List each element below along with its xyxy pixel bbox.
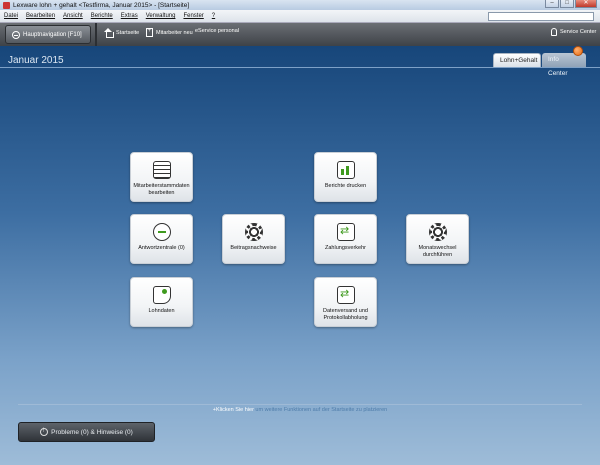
report-chart-icon xyxy=(337,161,355,179)
mitarbeiter-neu-label: Mitarbeiter neu xyxy=(156,29,193,36)
sync-arrows-icon xyxy=(337,286,355,304)
eservice-label: eService personal xyxy=(195,28,240,34)
main-navigation-button[interactable]: Hauptnavigation [F10] xyxy=(5,25,91,44)
problems-label: Probleme (0) & Hinweise (0) xyxy=(51,428,133,436)
menu-extras[interactable]: Extras xyxy=(121,13,138,19)
search-input[interactable] xyxy=(488,12,594,21)
menu-bearbeiten[interactable]: Bearbeiten xyxy=(26,13,55,19)
tile-zahlungsverkehr[interactable]: Zahlungsverkehr xyxy=(314,214,377,264)
toolbar: Hauptnavigation [F10] Startseite Mitarbe… xyxy=(0,23,600,46)
tile-antwortzentrale[interactable]: Antwortzentrale (0) xyxy=(130,214,193,264)
start-page: Januar 2015 Lohn+Gehalt Info Center Mita… xyxy=(0,46,600,465)
menu-verwaltung[interactable]: Verwaltung xyxy=(146,13,176,19)
tile-beitragsnachweise-label: Beitragsnachweise xyxy=(230,245,277,251)
tile-berichte[interactable]: Berichte drucken xyxy=(314,152,377,202)
tile-monatswechsel-label: Monatswechsel durchführen xyxy=(418,245,457,258)
window-title: Lexware lohn + gehalt <Testfirma, Januar… xyxy=(13,1,190,9)
transfer-arrows-icon xyxy=(337,223,355,241)
tile-lohndaten[interactable]: Lohndaten xyxy=(130,277,193,327)
lightbulb-icon xyxy=(551,28,557,36)
tile-berichte-label: Berichte drucken xyxy=(324,183,367,189)
tab-lohn-gehalt[interactable]: Lohn+Gehalt xyxy=(493,53,541,67)
tile-zahlungsverkehr-label: Zahlungsverkehr xyxy=(325,245,366,251)
tile-stammdaten-label: Mitarbeiterstammdaten bearbeiten xyxy=(133,183,190,196)
app-icon xyxy=(3,1,10,9)
arrow-back-icon xyxy=(153,223,171,241)
notification-badge xyxy=(573,46,583,56)
eservice-button[interactable]: eService personal xyxy=(195,28,239,34)
menu-berichte[interactable]: Berichte xyxy=(91,13,113,19)
toolbar-divider xyxy=(95,23,97,46)
tile-antwortzentrale-label: Antwortzentrale (0) xyxy=(138,245,185,251)
hint-text: um weitere Funktionen auf der Startseite… xyxy=(253,407,388,413)
hint-link[interactable]: +Klicken Sie hier xyxy=(213,407,254,413)
close-button[interactable]: ✕ xyxy=(575,0,597,8)
gear-icon xyxy=(245,223,263,241)
home-icon xyxy=(104,28,114,38)
header-divider xyxy=(0,67,600,68)
footer-divider xyxy=(18,404,582,405)
payroll-data-icon xyxy=(153,286,171,304)
tile-datenversand[interactable]: Datenversand und Protokollabholung xyxy=(314,277,377,327)
service-center-label: Service Center xyxy=(560,29,597,35)
menu-datei[interactable]: Datei xyxy=(4,13,18,19)
title-bar: Lexware lohn + gehalt <Testfirma, Januar… xyxy=(0,0,600,10)
tile-monatswechsel[interactable]: Monatswechsel durchführen xyxy=(406,214,469,264)
tile-datenversand-label: Datenversand und Protokollabholung xyxy=(323,308,368,321)
add-functions-hint[interactable]: +Klicken Sie hier um weitere Funktionen … xyxy=(0,407,600,413)
main-navigation-label: Hauptnavigation [F10] xyxy=(23,31,82,38)
period-title: Januar 2015 xyxy=(8,55,64,66)
menu-help[interactable]: ? xyxy=(212,13,215,19)
warning-icon xyxy=(40,428,49,436)
maximize-button[interactable]: □ xyxy=(560,0,574,8)
service-center-button[interactable]: Service Center xyxy=(551,28,596,36)
employee-list-icon xyxy=(153,161,171,179)
startseite-button[interactable]: Startseite xyxy=(104,28,140,38)
window-controls: – □ ✕ xyxy=(545,0,597,8)
menu-bar: Datei Bearbeiten Ansicht Berichte Extras… xyxy=(0,10,600,23)
gear-icon xyxy=(429,223,447,241)
menu-ansicht[interactable]: Ansicht xyxy=(63,13,83,19)
new-document-icon xyxy=(146,28,153,37)
minus-circle-icon xyxy=(12,30,20,39)
menu-fenster[interactable]: Fenster xyxy=(183,13,203,19)
tile-stammdaten[interactable]: Mitarbeiterstammdaten bearbeiten xyxy=(130,152,193,202)
problems-button[interactable]: Probleme (0) & Hinweise (0) xyxy=(18,422,155,442)
tile-beitragsnachweise[interactable]: Beitragsnachweise xyxy=(222,214,285,264)
tile-lohndaten-label: Lohndaten xyxy=(148,308,175,314)
startseite-label: Startseite xyxy=(116,29,140,36)
mitarbeiter-neu-button[interactable]: Mitarbeiter neu xyxy=(146,28,193,37)
minimize-button[interactable]: – xyxy=(545,0,559,8)
